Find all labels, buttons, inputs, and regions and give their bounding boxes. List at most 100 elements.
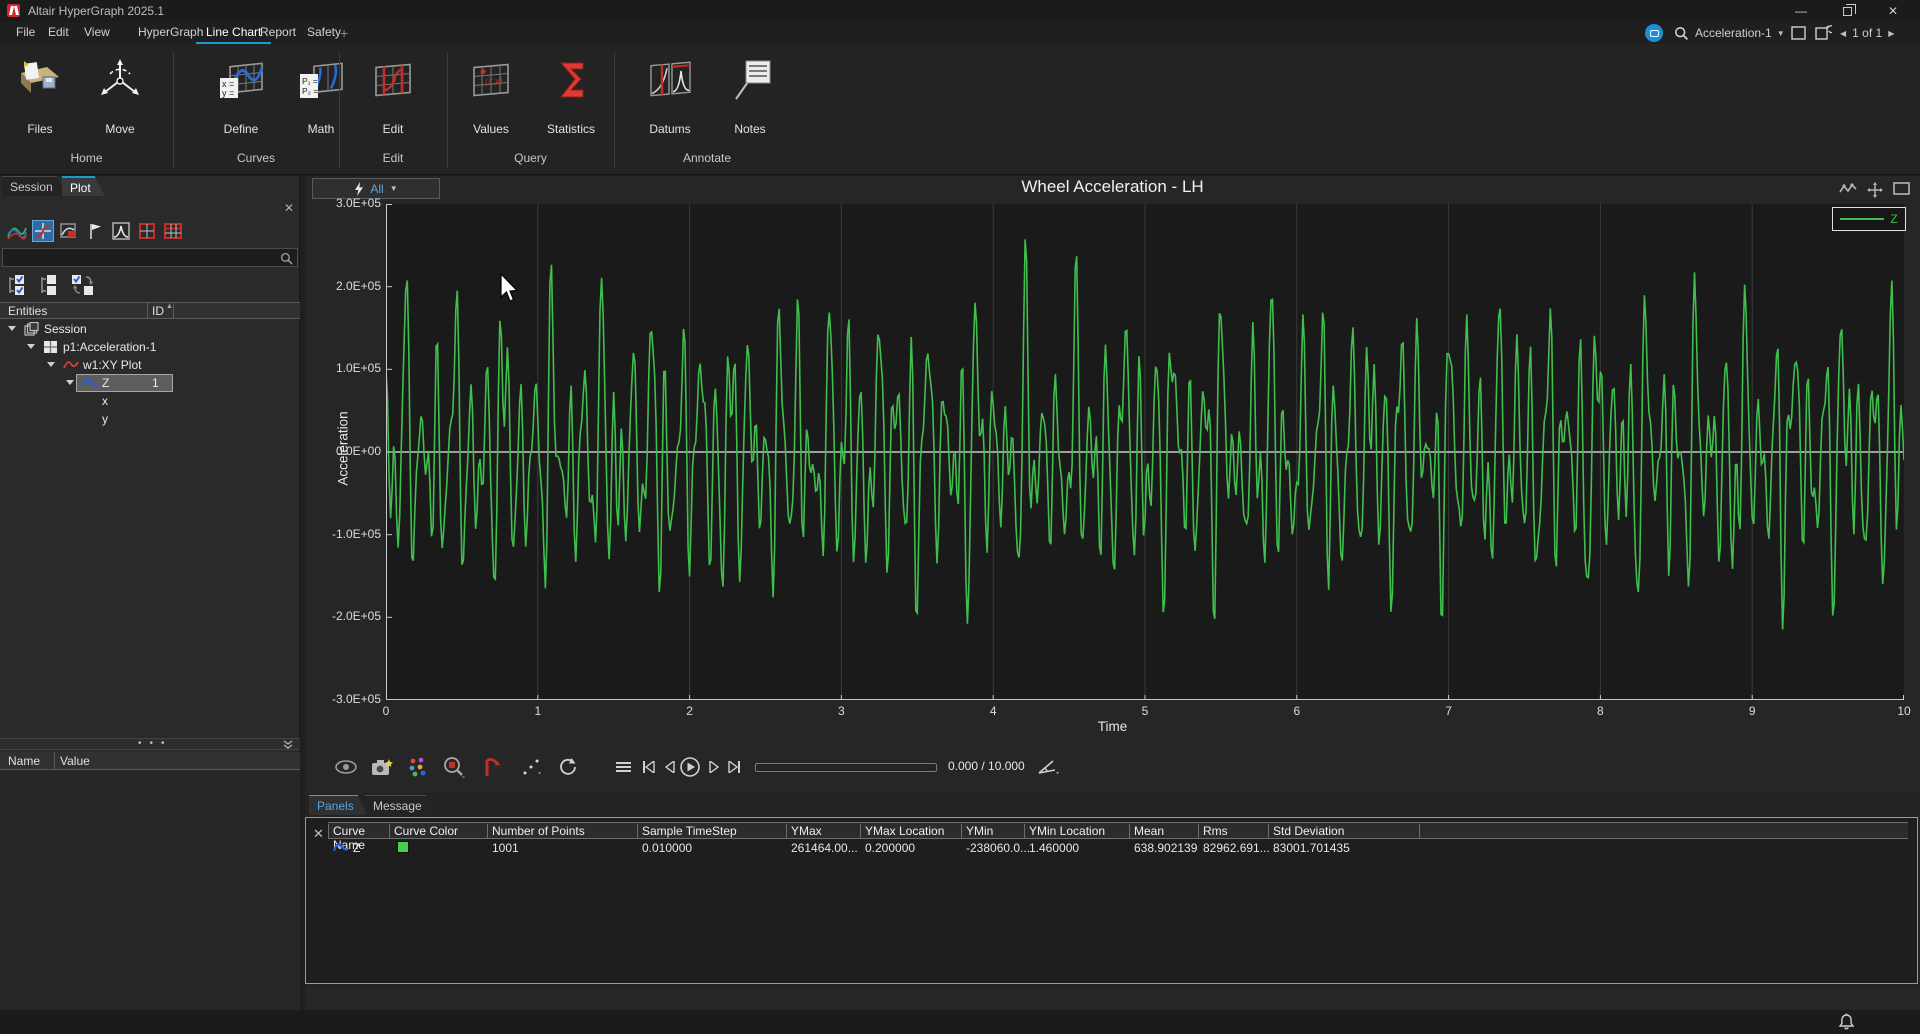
notifications-bell-icon[interactable] <box>1838 1013 1855 1031</box>
tree-item-label: w1:XY Plot <box>83 358 142 372</box>
table-row[interactable]: Z 1001 0.010000 261464.00... 0.200000 -238060… <box>328 839 1908 856</box>
tree-item-z[interactable]: Z1 <box>0 374 300 392</box>
prev-page-icon[interactable]: ◀ <box>1840 29 1846 38</box>
properties-table-body <box>0 771 300 1010</box>
edit-button[interactable]: Edit <box>357 56 429 136</box>
plot-canvas[interactable] <box>386 204 1904 700</box>
animation-menu-icon[interactable] <box>610 753 636 781</box>
close-panel-icon[interactable]: ✕ <box>313 826 324 842</box>
close-button[interactable]: ✕ <box>1876 0 1910 22</box>
expand-arrow-icon[interactable] <box>27 344 35 349</box>
column-header-mean[interactable]: Mean <box>1129 824 1198 839</box>
column-header-ymax-location[interactable]: YMax Location <box>860 824 961 839</box>
tab-message-center[interactable]: Message Center <box>365 795 436 815</box>
page-layout-icon[interactable] <box>1791 24 1806 42</box>
animation-settings-icon[interactable] <box>1035 753 1061 781</box>
page-selector-dropdown[interactable]: Acceleration-1 ▼ <box>1695 24 1785 42</box>
values-button[interactable]: (x,y) Values <box>455 56 527 136</box>
cell-curve-color[interactable] <box>392 841 409 853</box>
refresh-icon[interactable] <box>555 753 581 781</box>
legend[interactable]: Z <box>1832 207 1906 231</box>
minimize-button[interactable]: — <box>1784 0 1818 22</box>
expand-arrow-icon[interactable] <box>47 362 55 367</box>
tree-item-label: y <box>102 412 108 426</box>
search-input[interactable] <box>2 248 298 267</box>
tree-item-session[interactable]: Session <box>0 320 300 338</box>
column-header-empty <box>1419 824 1908 839</box>
tree-item-p1-acceleration-1[interactable]: p1:Acceleration-1 <box>0 338 300 356</box>
ribbon-button-label: Notes <box>734 122 766 136</box>
filter-notes-icon[interactable] <box>84 220 106 242</box>
tree-item-x[interactable]: x <box>0 392 300 410</box>
ribbon-group-label: Edit <box>382 151 404 165</box>
check-all-icon[interactable] <box>6 274 30 300</box>
last-frame-icon[interactable] <box>721 753 747 781</box>
fit-curve-icon[interactable] <box>483 753 509 781</box>
notes-button[interactable]: Notes <box>714 56 786 136</box>
properties-table-header[interactable]: Name Value <box>0 752 300 770</box>
statistics-button[interactable]: Statistics <box>535 56 607 136</box>
zoom-icon[interactable] <box>441 753 467 781</box>
add-ribbon-tab-button[interactable]: + <box>340 25 348 41</box>
tab-panels[interactable]: Panels <box>309 795 368 815</box>
column-header-sample-timestep[interactable]: Sample TimeStep <box>637 824 786 839</box>
assistant-icon[interactable] <box>1645 24 1663 42</box>
restore-button[interactable] <box>1830 0 1864 22</box>
column-header-curve-color[interactable]: Curve Color <box>389 824 487 839</box>
filter-annotations-icon[interactable] <box>58 220 80 242</box>
expand-arrow-icon[interactable] <box>66 380 74 385</box>
files-button[interactable]: Files <box>4 56 76 136</box>
entities-table-header[interactable]: Entities ID ▲ <box>0 302 300 319</box>
filter-plots-icon[interactable] <box>32 220 54 242</box>
ribbon-button-label: Files <box>27 122 53 136</box>
play-icon[interactable] <box>677 753 703 781</box>
next-page-icon[interactable]: ▶ <box>1888 29 1894 38</box>
column-header-number-of-points[interactable]: Number of Points <box>487 824 637 839</box>
maximize-window-icon[interactable] <box>1893 182 1910 195</box>
curve-name-label: Z <box>353 841 361 855</box>
cell-mean: 638.902139 <box>1134 841 1198 855</box>
tree-item-w1-xy-plot[interactable]: w1:XY Plot <box>0 356 300 374</box>
column-header-ymin-location[interactable]: YMin Location <box>1024 824 1129 839</box>
toggle-check-icon[interactable] <box>70 274 96 300</box>
ribbon-group-label: Annotate <box>682 151 732 165</box>
column-header-ymax[interactable]: YMax <box>786 824 860 839</box>
tab-plot[interactable]: Plot <box>62 176 105 196</box>
uncheck-all-icon[interactable] <box>38 274 62 300</box>
column-header-std-deviation[interactable]: Std Deviation <box>1268 824 1419 839</box>
move-button[interactable]: Move <box>84 56 156 136</box>
y-axis-tick: 2.0E+05 <box>335 278 381 293</box>
filter-grids-icon[interactable] <box>136 220 158 242</box>
refresh-page-icon[interactable] <box>1815 24 1832 42</box>
x-axis-tick: 10 <box>1897 704 1911 718</box>
column-header-rms[interactable]: Rms <box>1198 824 1268 839</box>
filter-datums-icon[interactable] <box>110 220 132 242</box>
search-icon[interactable] <box>1674 24 1689 42</box>
visibility-icon[interactable] <box>333 753 359 781</box>
x-axis-tick: 7 <box>1445 704 1452 718</box>
column-header-ymin[interactable]: YMin <box>961 824 1024 839</box>
notes-icon <box>726 56 774 104</box>
define-button[interactable]: x = y = Define <box>205 56 277 136</box>
collapse-chevrons-icon[interactable] <box>282 740 294 750</box>
snapshot-icon[interactable] <box>369 753 395 781</box>
color-points-icon[interactable] <box>405 753 431 781</box>
tree-item-y[interactable]: y <box>0 410 300 428</box>
tab-session[interactable]: Session <box>2 176 67 196</box>
close-panel-icon[interactable]: ✕ <box>284 202 296 214</box>
datums-button[interactable]: Datums <box>634 56 706 136</box>
values-icon: (x,y) <box>467 56 515 104</box>
expand-arrow-icon[interactable] <box>8 326 16 331</box>
column-header-curve-name[interactable]: Curve Name <box>328 824 389 852</box>
curve-tool-icon[interactable] <box>1839 182 1857 196</box>
filter-tables-icon[interactable] <box>162 220 184 242</box>
filter-curves-icon[interactable] <box>6 220 28 242</box>
time-slider[interactable] <box>755 763 937 772</box>
sidebar-splitter[interactable]: • • • <box>0 738 300 750</box>
ribbon-group-annotate: Datums Notes Annotate <box>614 44 800 175</box>
svg-text:P₂ =: P₂ = <box>302 86 318 96</box>
trace-points-icon[interactable] <box>519 753 545 781</box>
menu-edit[interactable]: Edit <box>38 22 79 44</box>
pan-icon[interactable] <box>1867 182 1883 198</box>
menu-view[interactable]: View <box>74 22 120 44</box>
